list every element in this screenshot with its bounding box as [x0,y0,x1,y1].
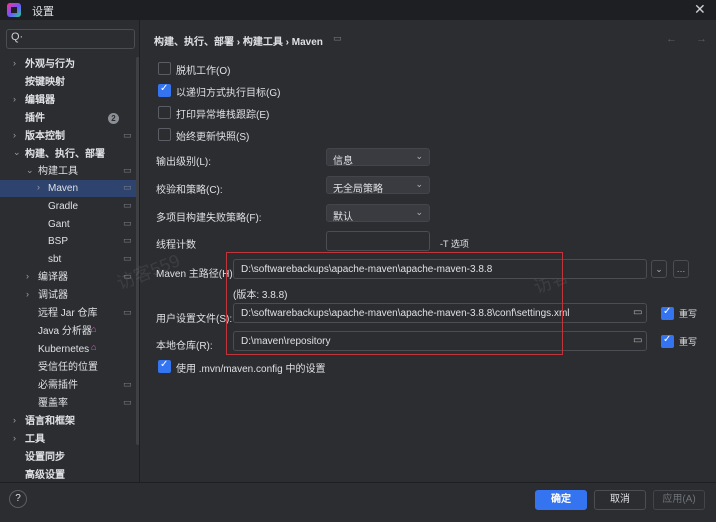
sidebar-item-build-tools[interactable]: 构建工具 [38,163,78,180]
sidebar-item-languages[interactable]: 语言和框架 [25,413,75,430]
project-scope-icon: ▭ [123,200,132,210]
checksum-select[interactable]: 无全局策略 ⌄ [326,176,430,195]
project-scope-icon: ▭ [333,33,342,43]
breadcrumb: 构建、执行、部署 › 构建工具 › Maven [154,37,323,48]
sidebar-item-maven[interactable]: Maven [48,180,78,197]
project-scope-icon: ▭ [123,235,132,245]
plugins-update-badge: 2 [108,113,119,124]
sidebar-item-remote-jar[interactable]: 远程 Jar 仓库 [38,305,97,322]
chevron-right-icon[interactable]: › [13,94,16,104]
use-mvn-config-checkbox[interactable] [158,359,171,373]
user-settings-label: 用户设置文件(S): [156,314,233,325]
maven-home-dropdown-button[interactable]: ⌄ [651,260,667,278]
stacktrace-checkbox[interactable] [158,106,171,119]
apply-button[interactable]: 应用(A) [653,490,705,510]
output-level-select[interactable]: 信息 ⌄ [326,148,430,167]
sidebar-item-kubernetes[interactable]: Kubernetes [38,341,89,358]
multiproject-select[interactable]: 默认 ⌄ [326,204,430,223]
chevron-right-icon[interactable]: › [13,415,16,425]
sidebar-item-debugger[interactable]: 调试器 [38,287,68,304]
ok-button[interactable]: 确定 [535,490,587,510]
maven-home-label: Maven 主路径(H): [156,269,236,280]
recursive-label: 以递归方式执行目标(G) [176,88,281,99]
override-settings-checkbox[interactable] [661,306,674,320]
chevron-down-icon[interactable]: ⌄ [26,165,34,176]
sidebar-item-bsp[interactable]: BSP [48,233,68,250]
title-bar [0,0,716,20]
chevron-right-icon[interactable]: › [13,433,16,443]
threads-hint: -T 选项 [440,239,469,249]
highlight-box [226,252,563,355]
sidebar-item-compiler[interactable]: 编译器 [38,269,68,286]
folder-icon[interactable]: ▭ [633,335,642,346]
search-input[interactable] [6,29,135,49]
recursive-checkbox[interactable] [158,83,171,97]
lock-icon: ⌂ [91,342,97,352]
sidebar-item-trusted-locations[interactable]: 受信任的位置 [38,359,98,376]
sidebar-item-sbt[interactable]: sbt [48,251,61,268]
chevron-right-icon[interactable]: › [13,130,16,140]
threads-label: 线程计数 [156,240,196,251]
multiproject-value: 默认 [333,212,353,223]
chevron-down-icon: ⌄ [415,151,423,161]
project-scope-icon: ▭ [123,397,132,407]
chevron-right-icon[interactable]: › [26,271,29,281]
chevron-down-icon[interactable]: ⌄ [13,147,21,158]
sidebar-item-tools[interactable]: 工具 [25,431,45,448]
update-snapshots-label: 始终更新快照(S) [176,132,250,143]
sidebar-item-vcs[interactable]: 版本控制 [25,128,65,145]
window-title: 设置 [32,6,54,18]
stacktrace-label: 打印异常堆栈跟踪(E) [176,110,270,121]
project-scope-icon: ▭ [123,130,132,140]
back-forward-arrows[interactable]: ← → [666,33,715,45]
offline-label: 脱机工作(O) [176,66,231,77]
chevron-down-icon: ⌄ [415,179,423,189]
checksum-value: 无全局策略 [333,184,383,195]
output-level-value: 信息 [333,156,353,167]
sidebar-item-gant[interactable]: Gant [48,216,70,233]
chevron-right-icon[interactable]: › [13,58,16,68]
chevron-right-icon[interactable]: › [37,182,40,192]
sidebar-item-build[interactable]: 构建、执行、部署 [25,146,105,163]
sidebar-item-editor[interactable]: 编辑器 [25,92,55,109]
project-scope-icon: ▭ [123,182,132,192]
divider [0,482,716,483]
help-icon[interactable]: ? [9,490,27,508]
lock-icon: ⌂ [91,324,97,334]
sidebar-item-required-plugins[interactable]: 必需插件 [38,377,78,394]
override-repo-label: 重写 [679,337,698,347]
project-scope-icon: ▭ [123,379,132,389]
sidebar-item-settings-sync[interactable]: 设置同步 [25,449,65,466]
project-scope-icon: ▭ [123,165,132,175]
project-scope-icon: ▭ [123,218,132,228]
threads-input[interactable] [326,231,430,251]
sidebar-item-appearance[interactable]: 外观与行为 [25,56,75,73]
multiproject-label: 多项目构建失败策略(F): [156,213,262,224]
sidebar-item-keymap[interactable]: 按键映射 [25,74,65,91]
browse-button[interactable]: … [673,260,689,278]
update-snapshots-checkbox[interactable] [158,128,171,141]
sidebar-item-gradle[interactable]: Gradle [48,198,78,215]
checksum-label: 校验和策略(C): [156,185,223,196]
close-icon[interactable]: ✕ [694,1,706,18]
chevron-right-icon[interactable]: › [26,289,29,299]
divider [139,20,140,482]
override-repo-checkbox[interactable] [661,334,674,348]
local-repo-label: 本地仓库(R): [156,341,213,352]
search-icon: Q· [11,31,24,43]
output-level-label: 输出级别(L): [156,157,211,168]
sidebar-item-java-profiler[interactable]: Java 分析器 [38,323,92,340]
cancel-button[interactable]: 取消 [594,490,646,510]
app-icon [7,3,21,17]
offline-checkbox[interactable] [158,62,171,75]
chevron-down-icon: ⌄ [415,207,423,217]
project-scope-icon: ▭ [123,253,132,263]
override-settings-label: 重写 [679,309,698,319]
use-mvn-config-label: 使用 .mvn/maven.config 中的设置 [176,364,326,375]
folder-icon[interactable]: ▭ [633,307,642,318]
project-scope-icon: ▭ [123,307,132,317]
sidebar-item-coverage[interactable]: 覆盖率 [38,395,68,412]
sidebar-item-plugins[interactable]: 插件 [25,110,45,127]
